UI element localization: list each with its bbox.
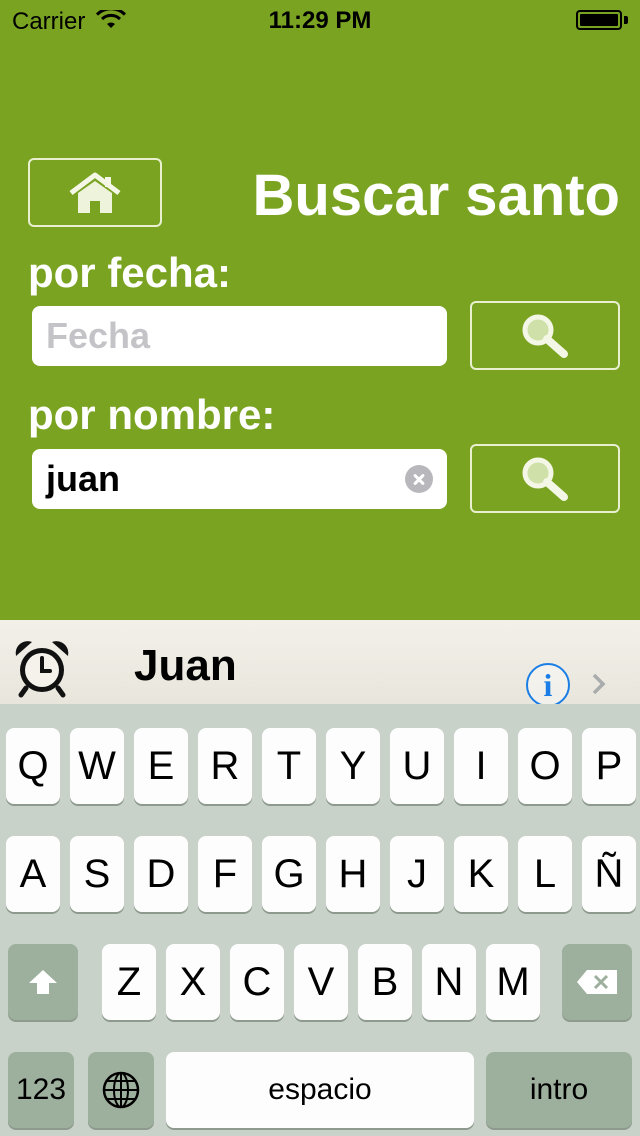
name-input-value: juan xyxy=(46,458,121,499)
date-input-placeholder: Fecha xyxy=(46,315,151,356)
numbers-key[interactable]: 123 xyxy=(8,1052,74,1128)
backspace-key[interactable] xyxy=(562,944,632,1020)
key-k[interactable]: K xyxy=(454,836,508,912)
backspace-icon xyxy=(577,970,617,994)
key-d[interactable]: D xyxy=(134,836,188,912)
date-search-button[interactable] xyxy=(470,301,620,370)
home-button[interactable] xyxy=(28,158,162,227)
home-icon xyxy=(69,172,121,213)
shift-key[interactable] xyxy=(8,944,78,1020)
page-title: Buscar santo xyxy=(252,163,620,228)
key-t[interactable]: T xyxy=(262,728,316,804)
magnifier-icon xyxy=(522,314,568,358)
key-g[interactable]: G xyxy=(262,836,316,912)
battery-icon xyxy=(576,10,622,30)
info-icon[interactable]: i xyxy=(526,663,570,707)
key-a[interactable]: A xyxy=(6,836,60,912)
status-bar: Carrier 11:29 PM xyxy=(0,0,640,40)
key-s[interactable]: S xyxy=(70,836,124,912)
date-section-label: por fecha: xyxy=(28,249,232,296)
chevron-right-icon xyxy=(592,673,606,695)
name-input[interactable]: juan xyxy=(32,449,447,509)
key-u[interactable]: U xyxy=(390,728,444,804)
key-x[interactable]: X xyxy=(166,944,220,1020)
keyboard: QWERTYUIOP ASDFGHJKLÑ ZXCVBNM 123 espaci… xyxy=(0,704,640,1136)
key-c[interactable]: C xyxy=(230,944,284,1020)
key-o[interactable]: O xyxy=(518,728,572,804)
space-key[interactable]: espacio xyxy=(166,1052,474,1128)
key-y[interactable]: Y xyxy=(326,728,380,804)
key-z[interactable]: Z xyxy=(102,944,156,1020)
globe-key[interactable] xyxy=(88,1052,154,1128)
key-v[interactable]: V xyxy=(294,944,348,1020)
status-time: 11:29 PM xyxy=(268,7,372,34)
return-key[interactable]: intro xyxy=(486,1052,632,1128)
name-search-button[interactable] xyxy=(470,444,620,513)
key-r[interactable]: R xyxy=(198,728,252,804)
name-section-label: por nombre: xyxy=(28,391,276,438)
battery-tip xyxy=(624,16,628,24)
shift-arrow-icon xyxy=(29,970,57,994)
key-w[interactable]: W xyxy=(70,728,124,804)
magnifier-icon xyxy=(522,457,568,501)
alarm-clock-icon xyxy=(15,641,69,698)
result-name: Juan xyxy=(134,641,237,690)
clear-icon[interactable] xyxy=(405,465,433,493)
key-p[interactable]: P xyxy=(582,728,636,804)
key-q[interactable]: Q xyxy=(6,728,60,804)
key-b[interactable]: B xyxy=(358,944,412,1020)
globe-icon xyxy=(102,1071,140,1109)
key-ñ[interactable]: Ñ xyxy=(582,836,636,912)
key-m[interactable]: M xyxy=(486,944,540,1020)
key-e[interactable]: E xyxy=(134,728,188,804)
key-i[interactable]: I xyxy=(454,728,508,804)
key-h[interactable]: H xyxy=(326,836,380,912)
key-l[interactable]: L xyxy=(518,836,572,912)
date-input[interactable]: Fecha xyxy=(32,306,447,366)
key-f[interactable]: F xyxy=(198,836,252,912)
key-j[interactable]: J xyxy=(390,836,444,912)
key-n[interactable]: N xyxy=(422,944,476,1020)
